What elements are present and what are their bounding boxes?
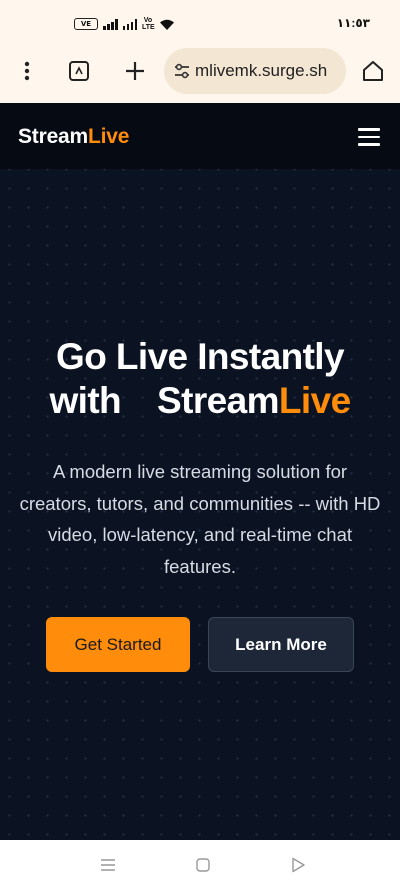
- recents-icon[interactable]: [98, 855, 118, 875]
- menu-dots-icon[interactable]: [12, 56, 42, 86]
- site-settings-icon[interactable]: [173, 62, 191, 80]
- browser-toolbar: mlivemk.surge.sh: [0, 44, 400, 102]
- hero-brand-live: Live: [278, 380, 351, 421]
- logo-part-live: Live: [88, 125, 130, 148]
- home-nav-icon[interactable]: [193, 855, 213, 875]
- new-tab-icon[interactable]: [120, 56, 150, 86]
- site-logo[interactable]: StreamLive: [18, 125, 129, 149]
- learn-more-button[interactable]: Learn More: [208, 617, 354, 672]
- hero-title-prefix: with: [49, 380, 122, 421]
- status-icons: VE Vo LTE: [74, 17, 175, 31]
- back-icon[interactable]: [288, 855, 308, 875]
- signal-icon: [103, 18, 118, 30]
- hero-subtitle: A modern live streaming solution for cre…: [19, 461, 381, 577]
- address-bar[interactable]: mlivemk.surge.sh: [164, 48, 346, 94]
- hero-title-line2: with StreamLive: [0, 379, 400, 423]
- signal-icon-2: [122, 18, 137, 30]
- hamburger-menu-icon[interactable]: [358, 128, 380, 146]
- get-started-button[interactable]: Get Started: [46, 617, 190, 672]
- battery-icon: VE: [74, 18, 98, 30]
- volte-label: Vo LTE: [142, 17, 155, 31]
- logo-part-stream: Stream: [18, 125, 89, 148]
- tab-switcher-icon[interactable]: [64, 56, 94, 86]
- webpage: StreamLive Go Live Instantly with StreamL…: [0, 103, 400, 840]
- system-nav-bar: [0, 840, 400, 889]
- hero-title: Go Live Instantly with StreamLive: [0, 335, 400, 423]
- hero-title-line1: Go Live Instantly: [56, 336, 345, 377]
- url-text: mlivemk.surge.sh: [195, 61, 328, 80]
- status-bar: VE Vo LTE ١١:٥٣: [0, 0, 400, 44]
- clock: ١١:٥٣: [336, 16, 370, 30]
- wifi-icon: [160, 19, 174, 30]
- home-icon[interactable]: [358, 56, 388, 86]
- hero-brand-stream: Stream: [157, 380, 279, 421]
- site-navbar: StreamLive: [0, 103, 400, 169]
